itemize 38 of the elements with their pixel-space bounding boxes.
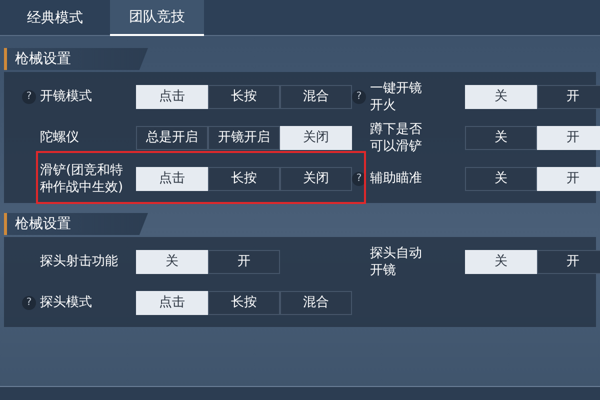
help-icon[interactable]: ? <box>352 90 366 104</box>
setting-label: 探头模式 <box>40 294 93 311</box>
section-header: 枪械设置 <box>4 48 148 70</box>
option-button[interactable]: 关 <box>465 84 537 108</box>
option-button[interactable]: 开镜开启 <box>208 126 280 150</box>
setting-label: 探头射击功能 <box>40 253 119 270</box>
tab[interactable]: 团队竞技 <box>110 0 204 36</box>
option-button[interactable]: 长按 <box>208 290 280 314</box>
option-button[interactable]: 长按 <box>208 166 280 190</box>
option-button[interactable]: 关 <box>465 166 537 190</box>
option-button[interactable]: 开 <box>537 84 600 108</box>
option-button[interactable]: 开 <box>537 126 600 150</box>
setting-label: 蹲下是否可以滑铲 <box>370 120 423 154</box>
option-button[interactable]: 关闭 <box>280 126 352 150</box>
help-icon[interactable]: ? <box>22 90 36 104</box>
tab[interactable]: 经典模式 <box>0 0 110 36</box>
option-button[interactable]: 关闭 <box>280 166 352 190</box>
section-header: 枪械设置 <box>4 213 148 235</box>
setting-label: 开镜模式 <box>40 88 93 105</box>
option-button[interactable]: 点击 <box>136 84 208 108</box>
option-button[interactable]: 长按 <box>208 84 280 108</box>
option-button[interactable]: 点击 <box>136 290 208 314</box>
option-button[interactable]: 关 <box>136 250 208 274</box>
option-button[interactable]: 关 <box>465 126 537 150</box>
setting-label: 探头自动开镜 <box>370 244 423 278</box>
setting-label: 辅助瞄准 <box>370 170 423 187</box>
help-icon[interactable]: ? <box>22 296 36 310</box>
option-button[interactable]: 关 <box>465 250 537 274</box>
option-button[interactable]: 开 <box>537 250 600 274</box>
option-button[interactable]: 点击 <box>136 166 208 190</box>
option-button[interactable]: 混合 <box>280 84 352 108</box>
option-button[interactable]: 开 <box>208 250 280 274</box>
setting-label: 滑铲(团竞和特种作战中生效) <box>40 162 124 196</box>
option-button[interactable]: 总是开启 <box>136 126 208 150</box>
setting-label: 陀螺仪 <box>40 129 80 146</box>
setting-label: 一键开镜开火 <box>370 80 423 114</box>
option-button[interactable]: 开 <box>537 166 600 190</box>
option-button[interactable]: 混合 <box>280 290 352 314</box>
